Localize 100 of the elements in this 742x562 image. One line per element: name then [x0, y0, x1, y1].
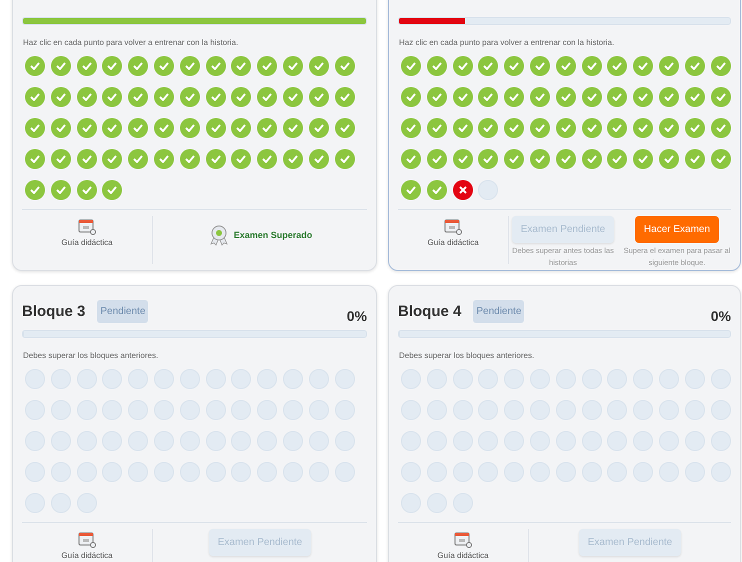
check-dot[interactable]: [633, 87, 654, 107]
check-dot[interactable]: [282, 87, 303, 107]
check-dot[interactable]: [530, 56, 550, 76]
check-dot[interactable]: [478, 87, 498, 107]
check-dot[interactable]: [401, 149, 421, 169]
check-dot[interactable]: [180, 149, 200, 169]
check-dot[interactable]: [478, 56, 498, 76]
check-dot[interactable]: [128, 118, 148, 138]
check-dot[interactable]: [25, 56, 45, 76]
guide-icon[interactable]: [78, 532, 96, 548]
check-dot[interactable]: [401, 87, 421, 107]
check-dot[interactable]: [530, 118, 550, 138]
check-dot[interactable]: [282, 149, 303, 169]
check-dot[interactable]: [180, 118, 200, 138]
check-dot[interactable]: [426, 87, 447, 107]
check-dot[interactable]: [257, 118, 278, 138]
check-dot[interactable]: [556, 87, 576, 107]
check-dot[interactable]: [426, 180, 447, 200]
check-dot[interactable]: [308, 149, 329, 169]
check-dot[interactable]: [426, 149, 447, 169]
check-dot[interactable]: [334, 87, 355, 107]
check-dot[interactable]: [154, 118, 174, 138]
failed-dot[interactable]: [452, 180, 473, 200]
check-dot[interactable]: [206, 118, 226, 138]
guide-label[interactable]: Guía didáctica: [428, 238, 479, 247]
check-dot[interactable]: [308, 118, 329, 138]
check-dot[interactable]: [154, 56, 174, 76]
guide-label[interactable]: Guía didáctica: [61, 238, 113, 247]
check-dot[interactable]: [504, 56, 524, 76]
check-dot[interactable]: [607, 118, 628, 138]
guide-label[interactable]: Guía didáctica: [61, 551, 113, 560]
check-dot[interactable]: [308, 87, 329, 107]
check-dot[interactable]: [658, 87, 679, 107]
check-dot[interactable]: [206, 87, 226, 107]
check-dot[interactable]: [334, 149, 355, 169]
check-dot[interactable]: [50, 56, 71, 76]
check-dot[interactable]: [452, 87, 473, 107]
check-dot[interactable]: [452, 149, 473, 169]
check-dot[interactable]: [710, 56, 731, 76]
guide-icon[interactable]: [78, 219, 96, 235]
check-dot[interactable]: [128, 149, 148, 169]
guide-icon[interactable]: [454, 532, 472, 548]
check-dot[interactable]: [530, 87, 550, 107]
check-dot[interactable]: [401, 118, 421, 138]
check-dot[interactable]: [128, 56, 148, 76]
check-dot[interactable]: [658, 56, 679, 76]
check-dot[interactable]: [633, 149, 654, 169]
check-dot[interactable]: [582, 87, 602, 107]
check-dot[interactable]: [710, 149, 731, 169]
check-dot[interactable]: [231, 118, 252, 138]
check-dot[interactable]: [530, 149, 550, 169]
check-dot[interactable]: [426, 56, 447, 76]
check-dot[interactable]: [76, 149, 97, 169]
check-dot[interactable]: [582, 56, 602, 76]
check-dot[interactable]: [102, 149, 122, 169]
check-dot[interactable]: [633, 56, 654, 76]
check-dot[interactable]: [25, 87, 45, 107]
check-dot[interactable]: [658, 149, 679, 169]
check-dot[interactable]: [308, 56, 329, 76]
check-dot[interactable]: [231, 149, 252, 169]
check-dot[interactable]: [684, 87, 705, 107]
check-dot[interactable]: [102, 56, 122, 76]
check-dot[interactable]: [102, 180, 122, 200]
check-dot[interactable]: [180, 87, 200, 107]
check-dot[interactable]: [257, 56, 278, 76]
check-dot[interactable]: [556, 56, 576, 76]
check-dot[interactable]: [206, 56, 226, 76]
check-dot[interactable]: [180, 56, 200, 76]
check-dot[interactable]: [50, 180, 71, 200]
check-dot[interactable]: [76, 56, 97, 76]
check-dot[interactable]: [25, 149, 45, 169]
check-dot[interactable]: [710, 118, 731, 138]
check-dot[interactable]: [25, 118, 45, 138]
check-dot[interactable]: [334, 118, 355, 138]
check-dot[interactable]: [684, 149, 705, 169]
check-dot[interactable]: [282, 118, 303, 138]
check-dot[interactable]: [504, 149, 524, 169]
check-dot[interactable]: [684, 118, 705, 138]
check-dot[interactable]: [504, 118, 524, 138]
check-dot[interactable]: [102, 87, 122, 107]
check-dot[interactable]: [556, 149, 576, 169]
guide-icon[interactable]: [444, 219, 462, 235]
check-dot[interactable]: [257, 87, 278, 107]
check-dot[interactable]: [633, 118, 654, 138]
check-dot[interactable]: [452, 56, 473, 76]
check-dot[interactable]: [452, 118, 473, 138]
check-dot[interactable]: [710, 87, 731, 107]
check-dot[interactable]: [50, 118, 71, 138]
check-dot[interactable]: [607, 56, 628, 76]
check-dot[interactable]: [50, 149, 71, 169]
check-dot[interactable]: [76, 118, 97, 138]
check-dot[interactable]: [128, 87, 148, 107]
check-dot[interactable]: [76, 180, 97, 200]
check-dot[interactable]: [334, 56, 355, 76]
check-dot[interactable]: [582, 118, 602, 138]
check-dot[interactable]: [25, 180, 45, 200]
check-dot[interactable]: [102, 118, 122, 138]
check-dot[interactable]: [658, 118, 679, 138]
check-dot[interactable]: [607, 87, 628, 107]
check-dot[interactable]: [231, 87, 252, 107]
